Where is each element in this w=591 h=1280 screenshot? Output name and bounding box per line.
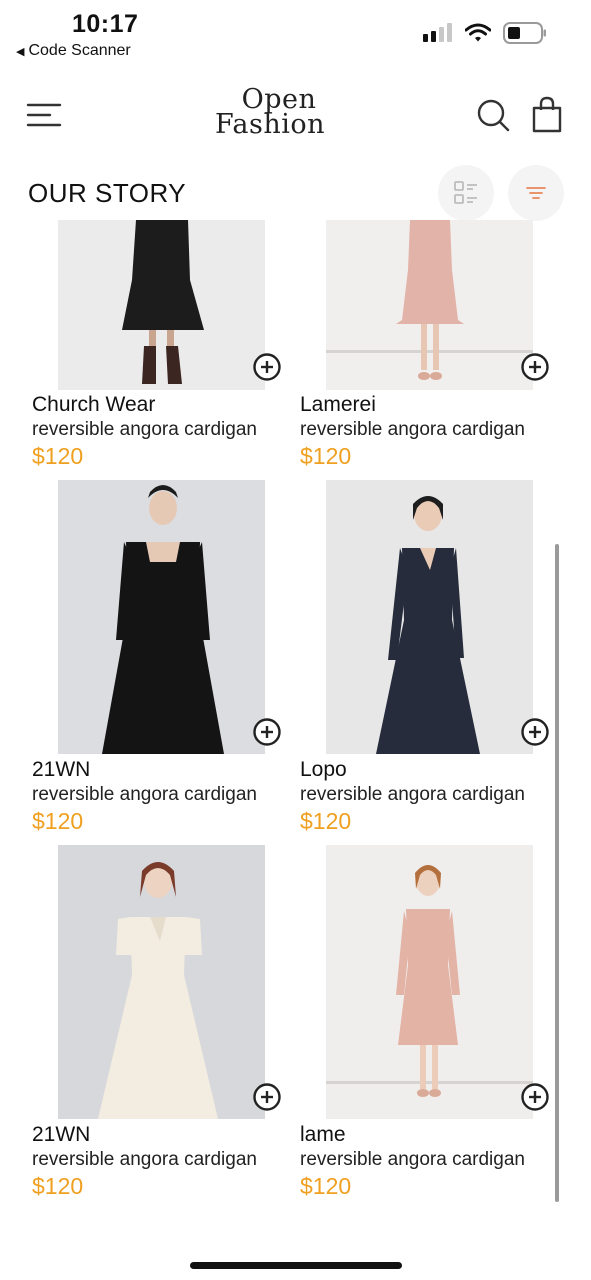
product-grid: Church Wear reversible angora cardigan $…: [0, 220, 591, 1220]
product-price: $120: [300, 808, 352, 834]
product-name: 21WN: [32, 758, 91, 781]
product-image: [58, 480, 265, 754]
menu-icon: [26, 103, 62, 127]
product-image: [58, 845, 265, 1119]
product-name: Lamerei: [300, 393, 376, 416]
product-card[interactable]: 21WN reversible angora cardigan $120: [32, 480, 292, 840]
shopping-bag-icon: [532, 96, 562, 133]
product-name: lame: [300, 1123, 346, 1146]
product-description: reversible angora cardigan: [300, 419, 525, 440]
product-name: 21WN: [32, 1123, 91, 1146]
product-card[interactable]: lame reversible angora cardigan $120: [300, 845, 560, 1205]
product-card[interactable]: Lamerei reversible angora cardigan $120: [300, 220, 560, 470]
product-description: reversible angora cardigan: [32, 784, 257, 805]
product-description: reversible angora cardigan: [300, 1149, 525, 1170]
back-arrow-icon: ◀: [16, 45, 25, 58]
signal-icon: [423, 23, 452, 42]
page-title: OUR STORY: [28, 178, 187, 208]
product-card[interactable]: Lopo reversible angora cardigan $120: [300, 480, 560, 840]
add-circle-icon[interactable]: [520, 352, 550, 382]
menu-button[interactable]: [26, 100, 62, 130]
product-price: $120: [32, 443, 84, 469]
list-view-icon: [454, 181, 477, 204]
product-price: $120: [32, 808, 84, 834]
add-circle-icon[interactable]: [520, 1082, 550, 1112]
product-image: [58, 220, 265, 390]
add-circle-icon[interactable]: [252, 1082, 282, 1112]
back-to-app-link[interactable]: ◀ Code Scanner: [16, 42, 131, 60]
product-price: $120: [32, 1173, 84, 1199]
filter-button[interactable]: [508, 165, 564, 221]
product-name: Lopo: [300, 758, 347, 781]
product-price: $120: [300, 443, 352, 469]
logo-line-2: Fashion: [214, 109, 326, 140]
filter-icon: [526, 187, 546, 199]
brand-logo[interactable]: Open Fashion: [205, 86, 335, 144]
product-image: [326, 845, 533, 1119]
product-description: reversible angora cardigan: [32, 419, 257, 440]
home-indicator[interactable]: [190, 1262, 402, 1269]
vertical-scrollbar[interactable]: [555, 544, 559, 1202]
list-view-button[interactable]: [438, 165, 494, 221]
product-image: [326, 480, 533, 754]
wifi-icon: [465, 23, 491, 42]
status-time: 10:17: [72, 10, 139, 38]
product-image: [326, 220, 533, 390]
product-card[interactable]: Church Wear reversible angora cardigan $…: [32, 220, 292, 470]
product-card[interactable]: 21WN reversible angora cardigan $120: [32, 845, 292, 1205]
product-description: reversible angora cardigan: [300, 784, 525, 805]
add-circle-icon[interactable]: [520, 717, 550, 747]
battery-icon: [503, 22, 546, 44]
search-button[interactable]: [476, 98, 510, 132]
back-app-label: Code Scanner: [28, 42, 131, 59]
add-circle-icon[interactable]: [252, 352, 282, 382]
status-icons: [423, 22, 547, 44]
product-name: Church Wear: [32, 393, 156, 416]
product-description: reversible angora cardigan: [32, 1149, 257, 1170]
add-circle-icon[interactable]: [252, 717, 282, 747]
product-price: $120: [300, 1173, 352, 1199]
cart-button[interactable]: [530, 96, 564, 134]
search-icon: [477, 99, 510, 132]
